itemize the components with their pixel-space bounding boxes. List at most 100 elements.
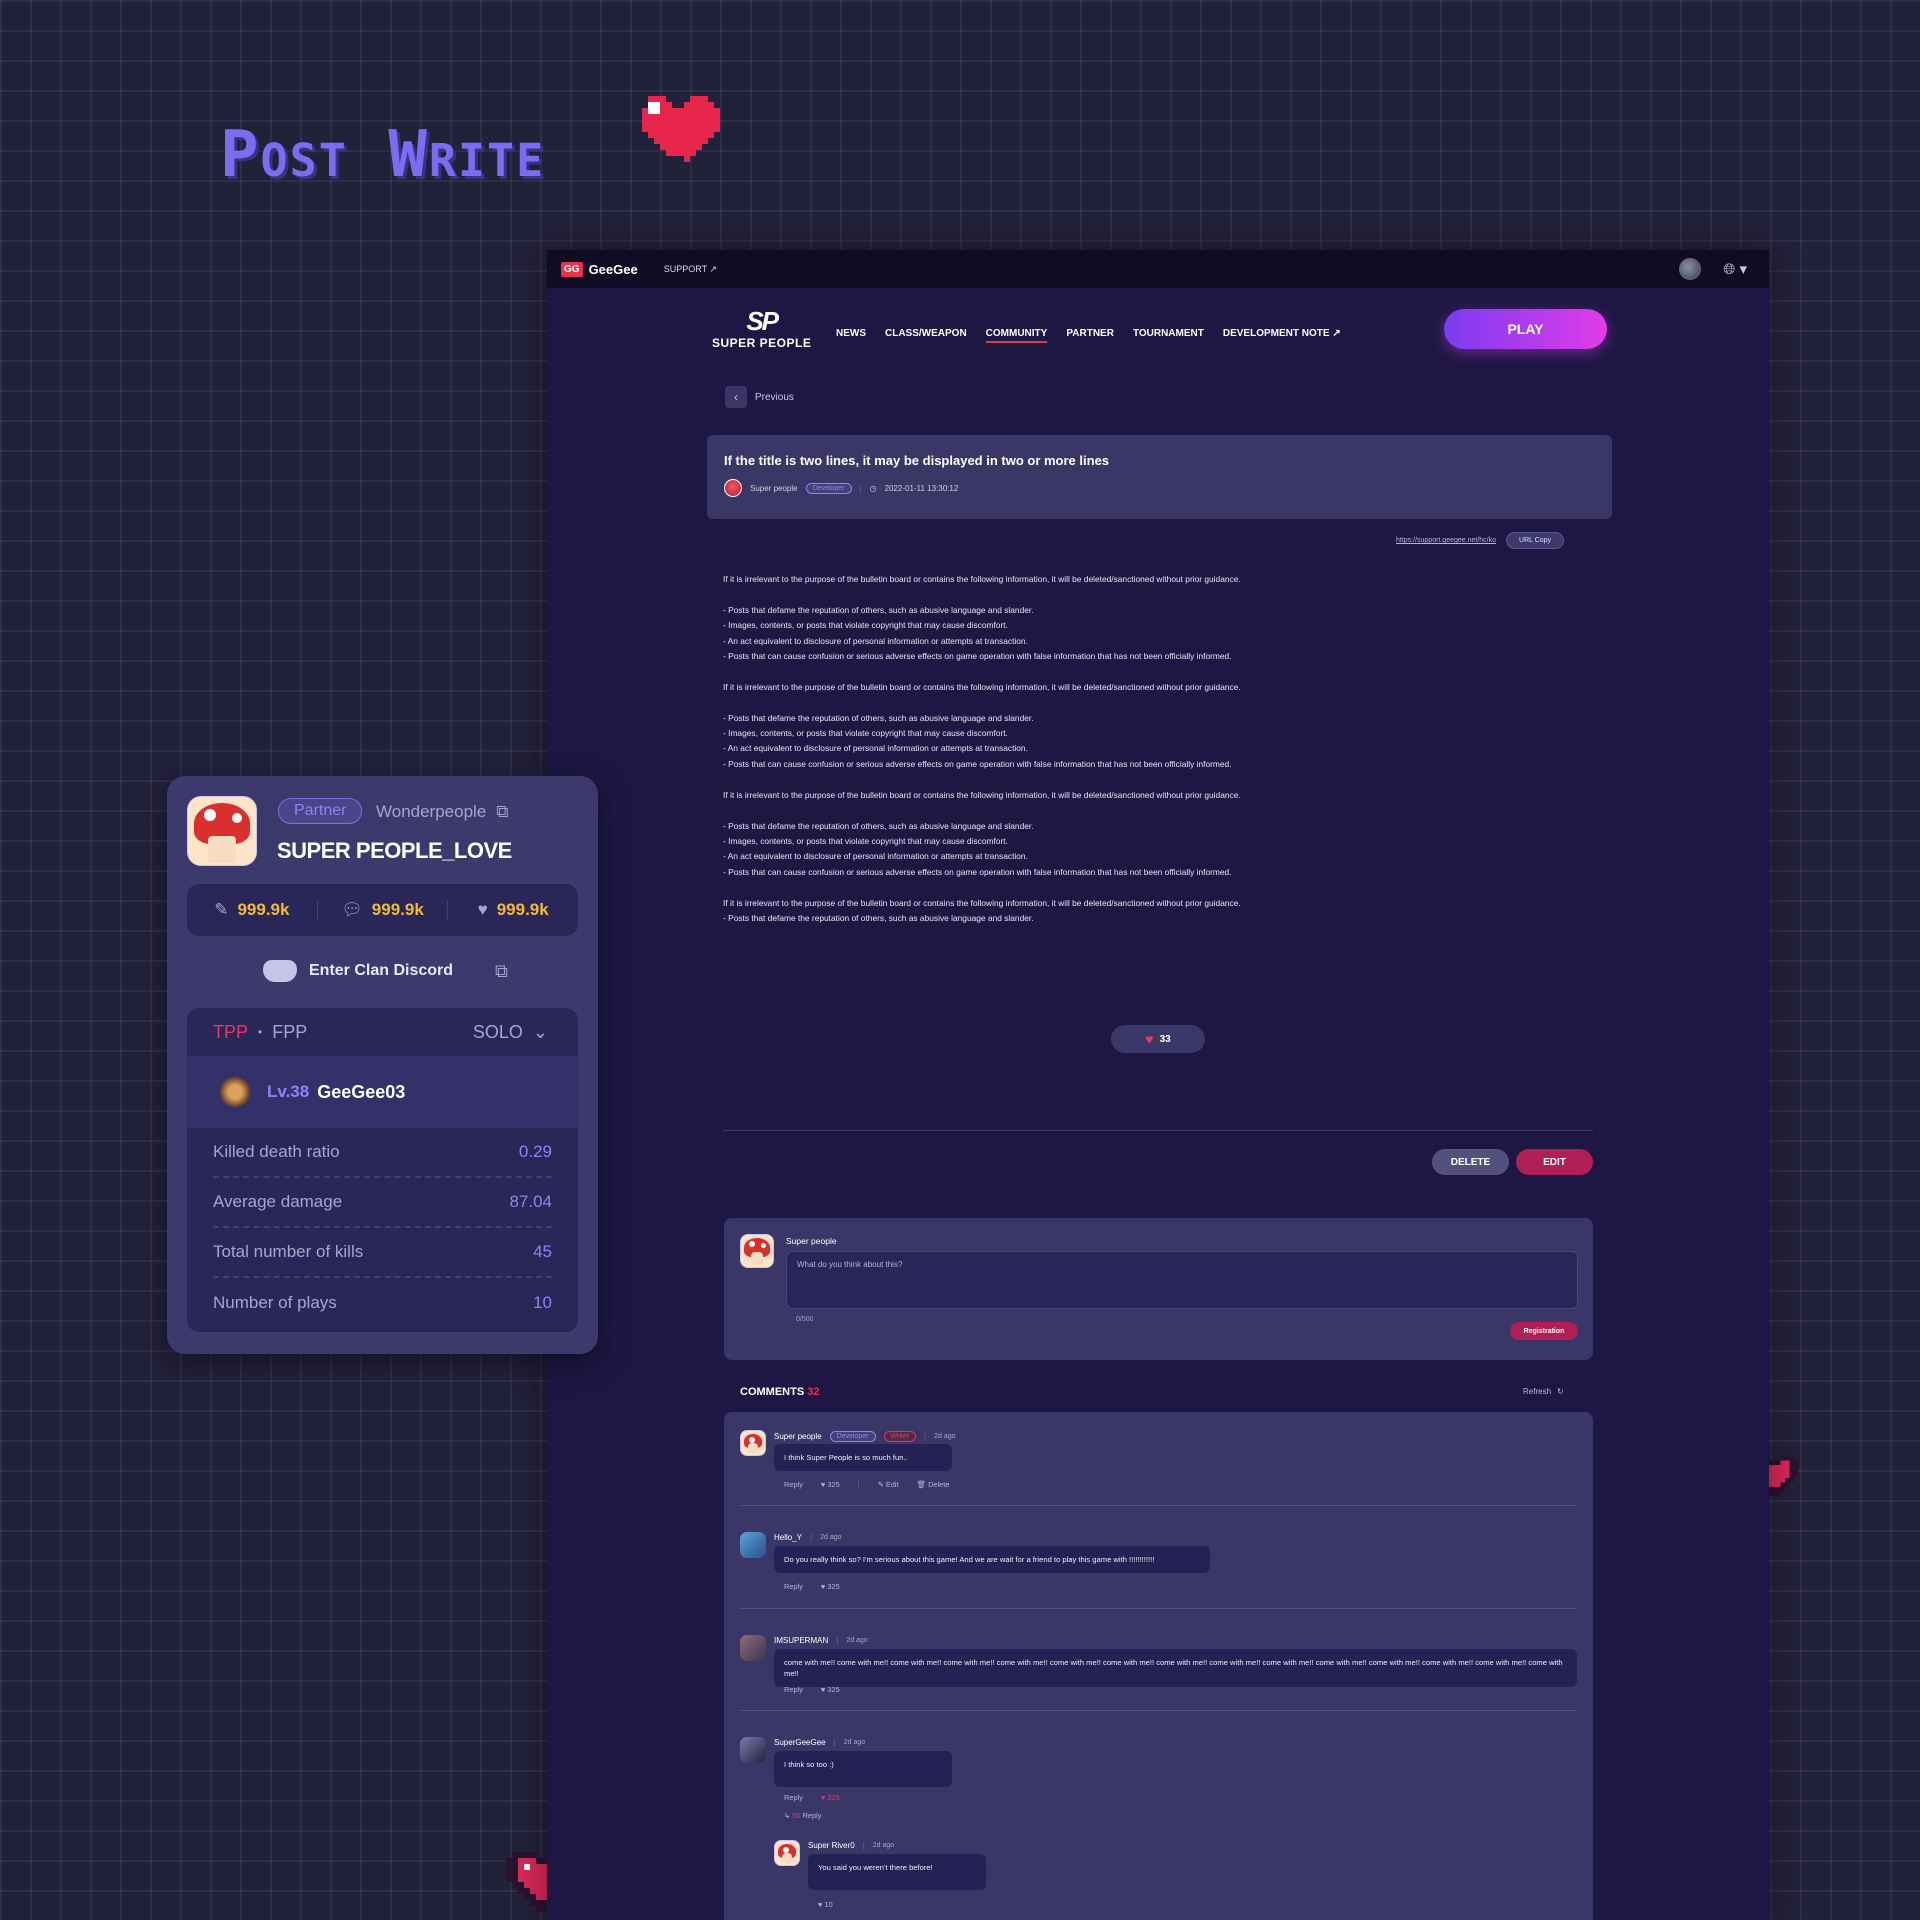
chevron-left-icon: ‹ xyxy=(725,386,747,408)
like-button[interactable]: ♥ 33 xyxy=(1111,1025,1205,1053)
comment-actions: Reply ♥ 325 xyxy=(784,1582,840,1591)
tab-tpp[interactable]: TPP xyxy=(213,1022,248,1043)
comments-stat: 💬︎ 999.9k xyxy=(316,900,448,920)
nav-partner[interactable]: PARTNER xyxy=(1066,328,1114,343)
support-link[interactable]: SUPPORT ↗ xyxy=(664,264,717,275)
discord-icon xyxy=(263,960,297,982)
post-url-link[interactable]: https://support.geegee.net/hc/ko xyxy=(1396,537,1496,544)
profile-card: Partner Wonderpeople ⧉ SUPER PEOPLE_LOVE… xyxy=(167,776,598,1354)
profile-activity-stats: ✎ 999.9k 💬︎ 999.9k ♥ 999.9k xyxy=(187,884,578,936)
super-people-logo[interactable]: SP SUPER PEOPLE xyxy=(712,306,811,350)
squad-dropdown[interactable]: SOLO ⌄ xyxy=(473,1022,548,1043)
commenter-avatar xyxy=(740,1635,766,1661)
replies-toggle[interactable]: ↳ 56 Reply xyxy=(784,1811,821,1820)
heart-icon: ♥ xyxy=(818,1900,823,1909)
trash-icon: 🗑︎ xyxy=(916,1480,927,1489)
url-copy-button[interactable]: URL Copy xyxy=(1506,532,1565,549)
commenter-name: Super River0 xyxy=(808,1841,855,1850)
stat-row: Number of plays 10 xyxy=(213,1278,552,1328)
comments-list: Super people Developer Writer | 2d ago I… xyxy=(724,1412,1593,1920)
profile-avatar xyxy=(187,796,257,866)
comment-actions: Reply ♥ 325 xyxy=(784,1685,840,1694)
url-row: https://support.geegee.net/hc/ko URL Cop… xyxy=(1396,532,1565,549)
comment-like-button[interactable]: ♥ 325 xyxy=(821,1793,840,1802)
clock-icon: ◷ xyxy=(869,483,877,493)
user-avatar[interactable] xyxy=(1679,258,1702,280)
comment-like-button[interactable]: ♥ 325 xyxy=(821,1685,840,1694)
nav-news[interactable]: NEWS xyxy=(836,328,866,343)
clan-discord-link[interactable]: Enter Clan Discord ⧉ xyxy=(263,960,508,982)
comment-form-avatar xyxy=(740,1234,774,1268)
replies-count: 56 xyxy=(792,1811,801,1820)
like-count: 33 xyxy=(1159,1033,1171,1045)
comment-like-count: 325 xyxy=(827,1582,840,1591)
partner-badge: Partner xyxy=(278,798,363,824)
language-globe-icon[interactable]: 🌐︎ ▾ xyxy=(1723,260,1747,278)
comment-delete-button[interactable]: 🗑︎ Delete xyxy=(917,1480,950,1489)
external-link-icon: ⧉ xyxy=(495,960,508,981)
previous-link[interactable]: ‹ Previous xyxy=(725,386,794,408)
comment-like-button[interactable]: ♥ 10 xyxy=(818,1900,833,1909)
reply-button[interactable]: Reply xyxy=(784,1793,803,1802)
nav-community[interactable]: COMMUNITY xyxy=(985,328,1048,343)
browser-window: GG GeeGee SUPPORT ↗ 🌐︎ ▾ SP SUPER PEOPLE… xyxy=(547,250,1769,1920)
posts-count: 999.9k xyxy=(237,900,290,919)
refresh-button[interactable]: Refresh ↻ xyxy=(1523,1387,1564,1396)
previous-label: Previous xyxy=(755,391,794,403)
comment-time: 2d ago xyxy=(846,1637,868,1644)
nav-tournament[interactable]: TOURNAMENT xyxy=(1133,328,1204,343)
stat-label: Killed death ratio xyxy=(213,1142,340,1161)
player-level-row: Lv.38 GeeGee03 xyxy=(187,1056,578,1128)
post-title-card: If the title is two lines, it may be dis… xyxy=(707,435,1612,519)
post-body: If it is irrelevant to the purpose of th… xyxy=(723,574,1241,923)
comment-form-user: Super people xyxy=(786,1236,837,1246)
heart-icon: ♥ xyxy=(820,1582,826,1591)
comment-like-button[interactable]: ♥ 325 xyxy=(821,1582,840,1591)
geegee-logo-box: GG xyxy=(561,261,583,277)
stat-value: 10 xyxy=(533,1293,552,1312)
studio-link[interactable]: Wonderpeople ⧉ xyxy=(376,802,508,822)
nav-class-weapon[interactable]: CLASS/WEAPON xyxy=(885,328,967,343)
comment-edit-button[interactable]: ✎ Edit xyxy=(878,1480,899,1489)
commenter-name: IMSUPERMAN xyxy=(774,1636,829,1645)
stat-label: Average damage xyxy=(213,1192,343,1211)
meta-separator: | xyxy=(859,483,862,493)
logo-name: SUPER PEOPLE xyxy=(712,336,812,350)
post-meta: Super people Developer | ◷ 2022-01-11 13… xyxy=(724,479,1595,497)
comments-label: COMMENTS xyxy=(740,1386,805,1398)
discord-label: Enter Clan Discord xyxy=(309,962,454,979)
commenter-name: SuperGeeGee xyxy=(774,1738,826,1747)
reply-button[interactable]: Reply xyxy=(784,1480,803,1489)
profile-name: SUPER PEOPLE_LOVE xyxy=(277,838,512,863)
nav-development-note[interactable]: DEVELOPMENT NOTE ↗ xyxy=(1223,328,1341,343)
comments-count: 999.9k xyxy=(371,900,424,919)
tab-fpp[interactable]: FPP xyxy=(272,1022,307,1043)
likes-stat: ♥ 999.9k xyxy=(447,900,578,920)
stat-value: 87.04 xyxy=(509,1192,552,1211)
comment-like-button[interactable]: ♥ 325 xyxy=(821,1480,840,1489)
comment-actions: Reply ♥ 325 | ✎ Edit 🗑︎ Delete xyxy=(784,1480,950,1489)
author-avatar xyxy=(724,479,742,497)
play-button[interactable]: PLAY xyxy=(1444,309,1607,349)
comment-input[interactable]: What do you think about this? xyxy=(786,1251,1578,1309)
comment-delete-label: Delete xyxy=(928,1480,950,1489)
reply-button[interactable]: Reply xyxy=(784,1685,803,1694)
reply-button[interactable]: Reply xyxy=(784,1582,803,1591)
top-bar: GG GeeGee SUPPORT ↗ 🌐︎ ▾ xyxy=(547,250,1769,288)
likes-count: 999.9k xyxy=(496,900,549,919)
edit-icon: ✎ xyxy=(877,1480,884,1489)
comments-count: 32 xyxy=(807,1386,820,1398)
pixel-heart-icon xyxy=(642,96,720,162)
main-nav: NEWS CLASS/WEAPON COMMUNITY PARTNER TOUR… xyxy=(836,328,1341,343)
main-nav-row: SP SUPER PEOPLE NEWS CLASS/WEAPON COMMUN… xyxy=(547,288,1769,378)
commenter-name: Hello_Y xyxy=(774,1533,803,1542)
geegee-logo[interactable]: GG GeeGee xyxy=(561,261,638,277)
delete-button[interactable]: DELETE xyxy=(1432,1149,1509,1175)
registration-button[interactable]: Registration xyxy=(1510,1322,1578,1340)
refresh-icon: ↻ xyxy=(1557,1387,1564,1396)
commenter-name: Super people xyxy=(774,1432,822,1441)
edit-button[interactable]: EDIT xyxy=(1516,1149,1593,1175)
comment-text: come with me!! come with me!! come with … xyxy=(774,1649,1577,1687)
stat-value: 0.29 xyxy=(518,1142,552,1161)
comment-char-counter: 0/500 xyxy=(796,1316,814,1323)
